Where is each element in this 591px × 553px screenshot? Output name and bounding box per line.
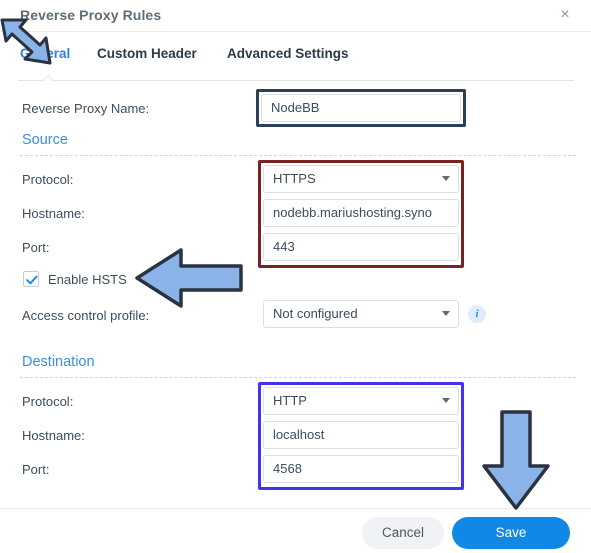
- destination-protocol-label: Protocol:: [22, 394, 74, 409]
- source-port-input[interactable]: 443: [263, 233, 459, 261]
- chevron-down-icon-destination-protocol: [442, 398, 450, 403]
- annotation-arrow-save: [482, 410, 550, 510]
- chevron-down-icon-access-control: [442, 311, 450, 316]
- destination-hostname-input[interactable]: localhost: [263, 421, 459, 449]
- destination-port-input[interactable]: 4568: [263, 455, 459, 483]
- annotation-arrow-hsts: [135, 248, 243, 308]
- tab-advanced-settings[interactable]: Advanced Settings: [227, 46, 349, 61]
- tab-custom-header[interactable]: Custom Header: [97, 46, 197, 61]
- chevron-down-icon-source-protocol: [442, 176, 450, 181]
- tab-general[interactable]: General: [20, 46, 70, 61]
- source-divider: [20, 155, 576, 156]
- tab-underline: [18, 80, 574, 81]
- reverse-proxy-rules-dialog: Reverse Proxy Rules × General Custom Hea…: [0, 0, 591, 553]
- source-hostname-label: Hostname:: [22, 206, 85, 221]
- source-hostname-input[interactable]: nodebb.mariushosting.syno: [263, 199, 459, 227]
- save-button[interactable]: Save: [452, 517, 570, 549]
- reverse-proxy-name-label: Reverse Proxy Name:: [22, 101, 150, 116]
- enable-hsts-label: Enable HSTS: [48, 272, 127, 287]
- enable-hsts-checkbox[interactable]: [23, 271, 39, 287]
- destination-protocol-select[interactable]: HTTP: [263, 387, 459, 415]
- close-icon[interactable]: ×: [555, 5, 575, 25]
- tab-bar: General Custom Header Advanced Settings: [0, 46, 591, 80]
- destination-port-label: Port:: [22, 462, 50, 477]
- cancel-button[interactable]: Cancel: [362, 517, 444, 549]
- source-port-label: Port:: [22, 240, 50, 255]
- destination-heading: Destination: [22, 354, 95, 370]
- access-control-profile-label: Access control profile:: [22, 308, 150, 323]
- info-icon[interactable]: i: [468, 305, 486, 323]
- check-icon: [26, 275, 38, 285]
- access-control-profile-select[interactable]: Not configured: [263, 300, 459, 328]
- destination-hostname-label: Hostname:: [22, 428, 85, 443]
- source-protocol-label: Protocol:: [22, 172, 74, 187]
- source-protocol-select[interactable]: HTTPS: [263, 165, 459, 193]
- footer-divider: [0, 508, 591, 509]
- source-heading: Source: [22, 132, 68, 148]
- destination-divider: [20, 377, 576, 378]
- dialog-title: Reverse Proxy Rules: [20, 7, 162, 23]
- reverse-proxy-name-input[interactable]: NodeBB: [261, 94, 461, 122]
- active-tab-caret-icon: [42, 74, 54, 81]
- dialog-titlebar: Reverse Proxy Rules ×: [0, 0, 591, 32]
